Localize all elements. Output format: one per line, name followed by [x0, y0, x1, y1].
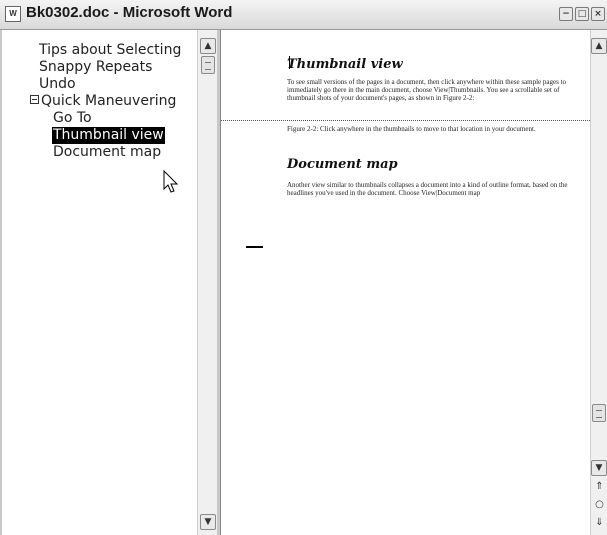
word-document-icon[interactable]: W	[5, 6, 21, 22]
docmap-item-go-to[interactable]: Go To	[53, 110, 92, 127]
select-browse-object-icon[interactable]: ○	[592, 498, 607, 512]
scroll-down-arrow-icon[interactable]: ▼	[591, 460, 607, 476]
maximize-button[interactable]: □	[575, 7, 589, 21]
page-break-line	[221, 120, 590, 121]
figure-caption: Figure 2-2: Click anywhere in the thumbn…	[287, 125, 536, 133]
docmap-item-document-map[interactable]: Document map	[53, 144, 161, 161]
docmap-item-undo[interactable]: Undo	[39, 76, 76, 93]
docmap-item-snappy-repeats[interactable]: Snappy Repeats	[39, 59, 152, 76]
collapse-toggle-icon[interactable]	[30, 95, 39, 104]
heading-thumbnail-view: Thumbnail view	[287, 57, 403, 72]
heading-document-map: Document map	[287, 157, 398, 172]
scroll-thumb[interactable]	[592, 404, 606, 422]
document-map-scrollbar[interactable]: ▲ ▼	[197, 30, 217, 535]
close-button[interactable]: ×	[591, 7, 605, 21]
document-area[interactable]: Thumbnail view To see small versions of …	[221, 30, 590, 535]
word-window: W Bk0302.doc - Microsoft Word − □ × Tips…	[0, 0, 607, 535]
paragraph-document-map: Another view similar to thumbnails colla…	[287, 181, 568, 197]
title-bar[interactable]: W Bk0302.doc - Microsoft Word − □ ×	[0, 0, 607, 30]
scroll-up-arrow-icon[interactable]: ▲	[200, 38, 216, 54]
docmap-item-label: Quick Maneuvering	[41, 93, 177, 109]
previous-page-icon[interactable]: ⇑	[592, 480, 607, 494]
document-map-pane: Tips about Selecting Snappy Repeats Undo…	[2, 30, 197, 535]
docmap-item-quick-maneuvering[interactable]: Quick Maneuvering	[30, 93, 176, 110]
document-vertical-scrollbar[interactable]: ▲ ▼ ⇑ ○ ⇓	[590, 30, 607, 535]
next-page-icon[interactable]: ⇓	[592, 516, 607, 530]
window-title: Bk0302.doc - Microsoft Word	[26, 4, 233, 21]
scroll-down-arrow-icon[interactable]: ▼	[200, 514, 216, 530]
scroll-thumb[interactable]	[201, 56, 215, 74]
end-of-document-marker	[246, 246, 263, 248]
minimize-button[interactable]: −	[559, 7, 573, 21]
mouse-pointer-icon	[163, 170, 179, 193]
docmap-item-thumbnail-view[interactable]: Thumbnail view	[52, 127, 165, 144]
paragraph-thumbnail-view: To see small versions of the pages in a …	[287, 78, 567, 102]
docmap-item-tips-about-selecting[interactable]: Tips about Selecting	[39, 42, 181, 59]
scroll-up-arrow-icon[interactable]: ▲	[591, 38, 607, 54]
